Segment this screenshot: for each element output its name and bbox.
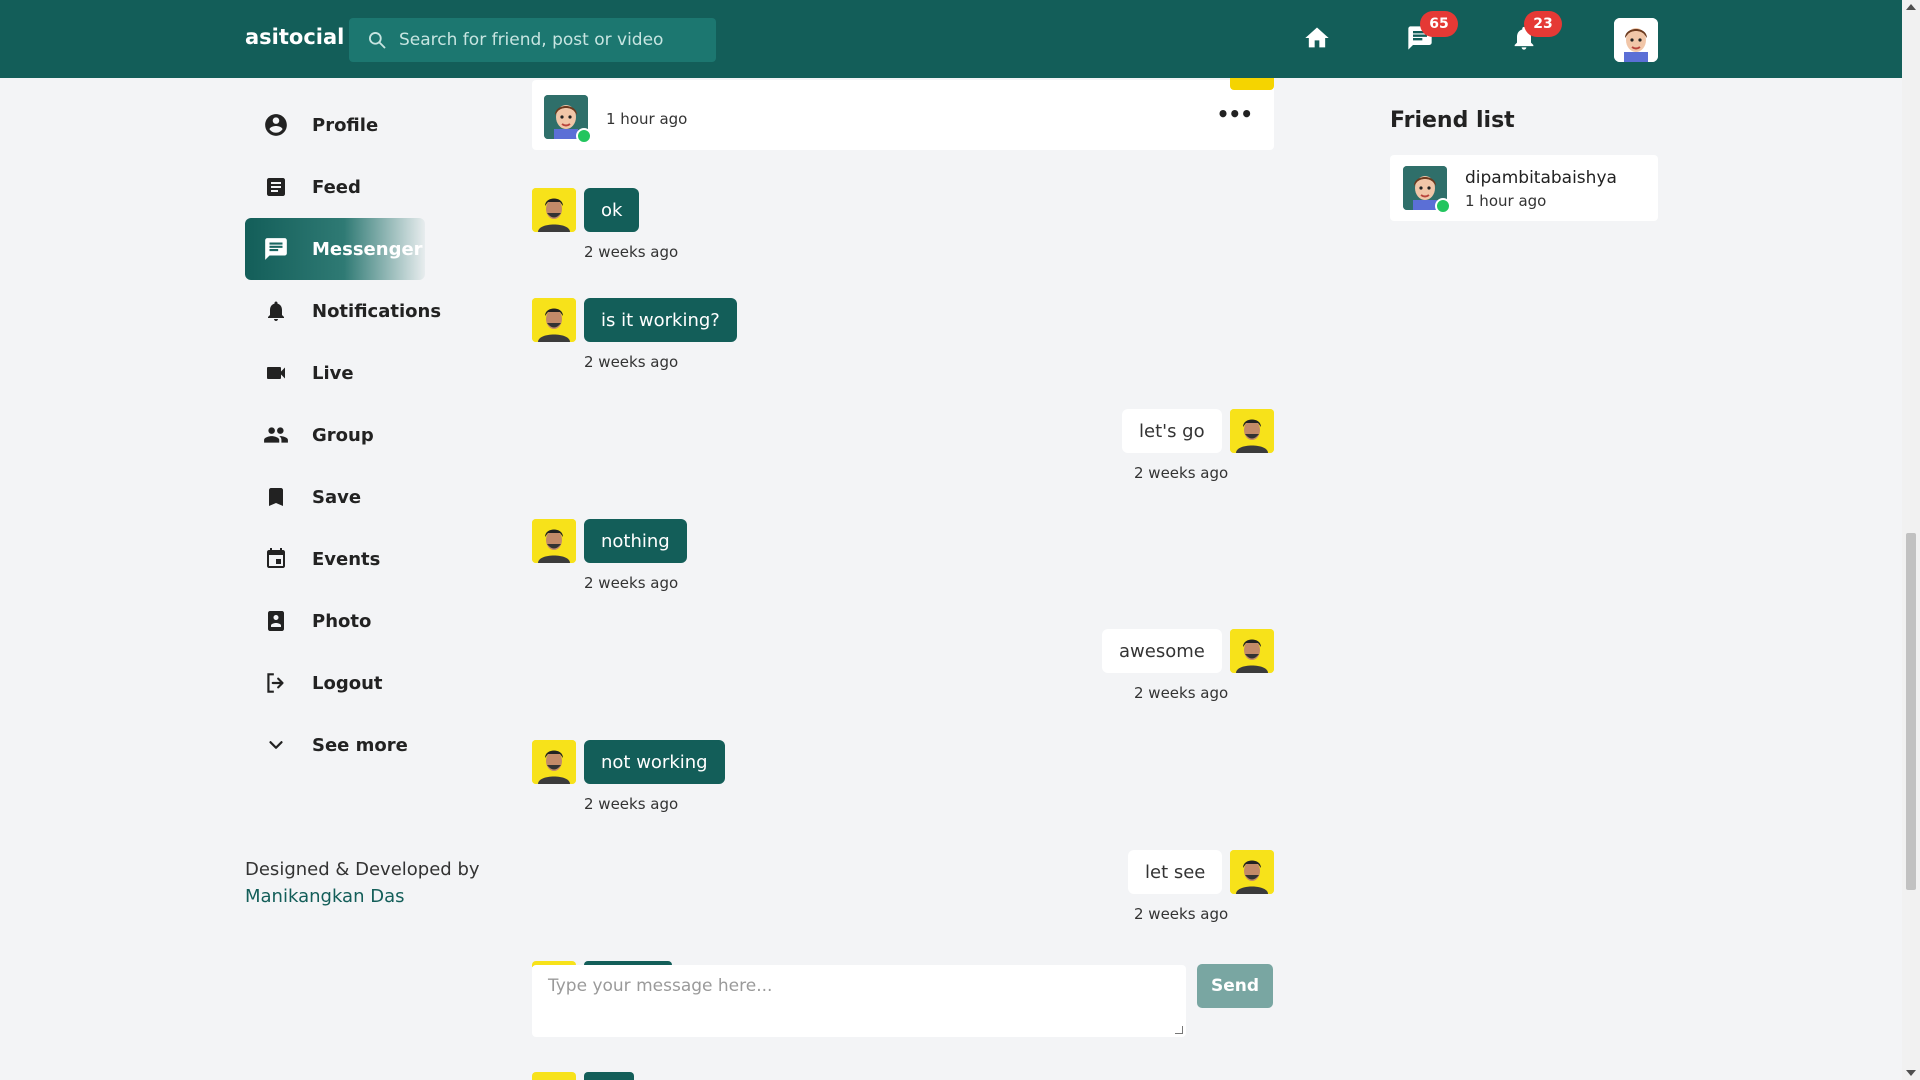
sidebar-item-messenger[interactable]: Messenger (245, 218, 425, 280)
notifications-badge: 23 (1524, 11, 1562, 37)
search-box[interactable] (349, 18, 716, 62)
partial-message-bubble (584, 1072, 634, 1080)
message-time: 2 weeks ago (584, 353, 679, 371)
message-bubble: let's go (1122, 409, 1222, 453)
home-icon (1303, 27, 1331, 56)
sidebar-item-label: Logout (312, 672, 383, 694)
page-scrollbar[interactable] (1902, 0, 1920, 1080)
online-status-dot (1435, 198, 1451, 214)
notifications-button[interactable]: 23 (1510, 11, 1562, 56)
message-bubble: not working (584, 740, 725, 784)
sender-avatar (532, 188, 576, 232)
calendar-icon (262, 545, 290, 573)
photo-icon (262, 607, 290, 635)
message-time: 2 weeks ago (1134, 905, 1229, 923)
chevron-down-icon (262, 731, 290, 759)
sidebar-item-events[interactable]: Events (245, 528, 485, 590)
group-icon (262, 421, 290, 449)
message-time: 2 weeks ago (1134, 464, 1229, 482)
sidebar-item-see-more[interactable]: See more (245, 714, 485, 776)
home-button[interactable] (1303, 24, 1333, 54)
more-options-icon[interactable]: ••• (1217, 102, 1253, 126)
search-input[interactable] (399, 18, 709, 62)
messages-badge: 65 (1420, 11, 1458, 37)
message-compose (532, 965, 1186, 1037)
friend-last-seen: 1 hour ago (1465, 192, 1547, 210)
message-bubble: ok (584, 188, 640, 232)
messages-button[interactable]: 65 (1406, 11, 1458, 56)
friend-name: dipambitabaishya (1465, 168, 1617, 188)
sender-avatar (1230, 409, 1274, 453)
sidebar-item-logout[interactable]: Logout (245, 652, 485, 714)
sidebar-item-profile[interactable]: Profile (245, 94, 485, 156)
message-time: 2 weeks ago (584, 243, 679, 261)
message-bubble: nothing (584, 519, 687, 563)
sidebar-item-live[interactable]: Live (245, 342, 485, 404)
last-seen: 1 hour ago (606, 110, 688, 128)
sidebar-item-label: Save (312, 486, 362, 508)
account-circle-icon (262, 111, 290, 139)
scroll-up-icon[interactable] (1906, 4, 1916, 10)
credit-line: Designed & Developed by (245, 859, 480, 880)
bell-icon (262, 297, 290, 325)
sender-avatar (532, 298, 576, 342)
sender-avatar (532, 740, 576, 784)
header-thumbnail-edge (1230, 78, 1274, 90)
brand-logo[interactable]: asitocial (245, 25, 344, 49)
resize-handle-icon[interactable] (1175, 1026, 1183, 1034)
sidebar-item-label: Profile (312, 114, 379, 136)
message-bubble: awesome (1102, 629, 1222, 673)
message-bubble: let see (1128, 850, 1223, 894)
article-icon (262, 173, 290, 201)
sidebar-item-group[interactable]: Group (245, 404, 485, 466)
sidebar-item-label: Live (312, 362, 354, 384)
sidebar-item-label: Messenger (312, 238, 423, 260)
top-navbar: asitocial 65 23 (0, 0, 1902, 78)
sidebar-item-photo[interactable]: Photo (245, 590, 485, 652)
sidebar-item-label: Feed (312, 176, 361, 198)
user-avatar[interactable] (1614, 18, 1658, 62)
message-time: 2 weeks ago (1134, 684, 1229, 702)
send-button[interactable]: Send (1197, 964, 1273, 1008)
online-status-dot (576, 128, 592, 144)
sender-avatar (532, 519, 576, 563)
message-time: 2 weeks ago (584, 795, 679, 813)
search-icon (367, 30, 387, 54)
chat-header: 1 hour ago ••• (532, 78, 1274, 150)
message-icon (1406, 26, 1434, 56)
message-bubble: is it working? (584, 298, 737, 342)
message-input[interactable] (532, 965, 1186, 1037)
friend-list-item[interactable]: dipambitabaishya 1 hour ago (1390, 155, 1658, 221)
sender-avatar (1230, 850, 1274, 894)
bookmark-icon (262, 483, 290, 511)
sidebar-item-feed[interactable]: Feed (245, 156, 485, 218)
sidebar: Profile Feed Messenger Notifications Liv… (245, 94, 485, 776)
sidebar-item-notifications[interactable]: Notifications (245, 280, 485, 342)
sidebar-item-save[interactable]: Save (245, 466, 485, 528)
sender-avatar (1230, 629, 1274, 673)
video-camera-icon (262, 359, 290, 387)
bell-icon (1510, 26, 1538, 56)
partial-avatar (532, 1072, 576, 1080)
logout-icon (262, 669, 290, 697)
sidebar-item-label: Notifications (312, 300, 442, 322)
credit-author-link[interactable]: Manikangkan Das (245, 886, 404, 907)
friend-list-title: Friend list (1390, 108, 1515, 133)
sidebar-item-label: See more (312, 734, 408, 756)
message-time: 2 weeks ago (584, 574, 679, 592)
scroll-thumb[interactable] (1906, 533, 1916, 890)
scroll-down-icon[interactable] (1906, 1070, 1916, 1076)
credit: Designed & Developed by Manikangkan Das (245, 856, 480, 910)
sidebar-item-label: Group (312, 424, 374, 446)
sidebar-item-label: Events (312, 548, 381, 570)
chat-icon (262, 235, 290, 263)
sidebar-item-label: Photo (312, 610, 372, 632)
